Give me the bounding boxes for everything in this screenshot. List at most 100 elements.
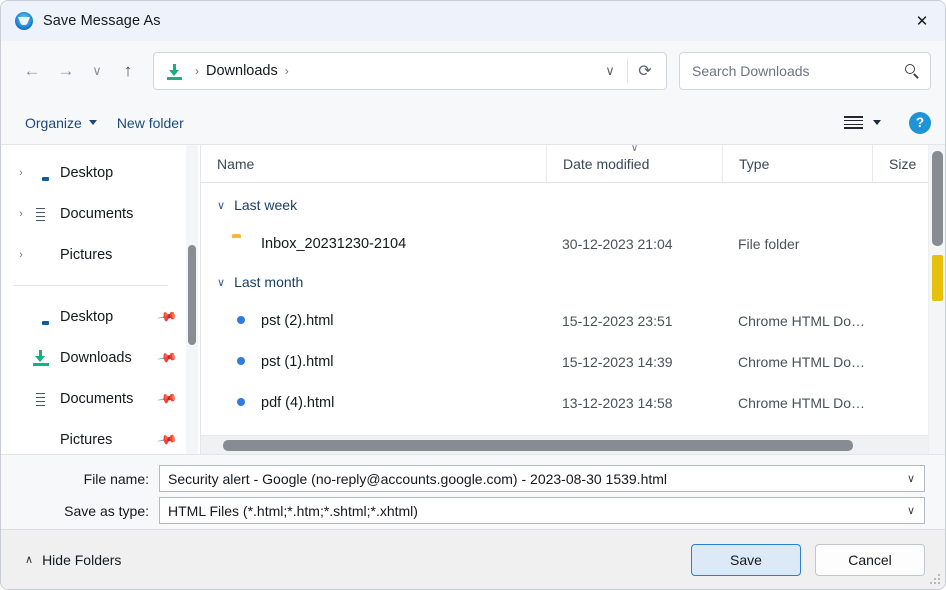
address-bar[interactable]: › Downloads › ∨ ⟳ bbox=[153, 52, 667, 90]
table-row[interactable]: pst (2).html 15-12-2023 23:51 Chrome HTM… bbox=[201, 300, 945, 341]
sidebar-item-downloads-pinned[interactable]: Downloads 📌 bbox=[1, 337, 186, 378]
sidebar-item-label: Documents bbox=[60, 205, 134, 222]
list-view-icon bbox=[844, 115, 863, 130]
file-name-label: File name: bbox=[83, 470, 149, 487]
sidebar-scrollbar-thumb[interactable] bbox=[188, 245, 196, 345]
desktop-icon bbox=[31, 307, 51, 327]
file-list-area: ∨ Last week Inbox_20231230-2104 30-12-20… bbox=[201, 183, 945, 454]
pictures-icon bbox=[31, 430, 51, 450]
save-as-type-combobox[interactable]: HTML Files (*.html;*.htm;*.shtml;*.xhtml… bbox=[159, 497, 925, 524]
chrome-icon bbox=[232, 393, 251, 412]
sidebar-item-label: Desktop bbox=[60, 164, 114, 181]
file-rows: ∨ Last week Inbox_20231230-2104 30-12-20… bbox=[201, 183, 945, 454]
sidebar-item-documents-pinned[interactable]: Documents 📌 bbox=[1, 378, 186, 419]
up-button[interactable]: ↑ bbox=[111, 54, 145, 88]
chevron-right-icon[interactable]: › bbox=[11, 249, 31, 261]
file-name-cell: pst (1).html bbox=[201, 341, 546, 382]
file-list-pane: Name ∨ Date modified Type Size ∨ Last we… bbox=[201, 142, 945, 454]
dialog-footer: ∧ Hide Folders Save Cancel bbox=[1, 529, 945, 589]
downloads-arrow-icon bbox=[166, 63, 183, 80]
chevron-right-icon[interactable]: › bbox=[11, 167, 31, 179]
search-input[interactable] bbox=[692, 63, 904, 79]
dialog-body: › Desktop › Documents › Pictures Desktop… bbox=[1, 142, 945, 454]
view-mode-button[interactable] bbox=[838, 111, 887, 134]
search-box[interactable] bbox=[679, 52, 931, 90]
chrome-icon bbox=[232, 352, 251, 371]
chrome-icon bbox=[232, 311, 251, 330]
sidebar-item-pictures-tree[interactable]: › Pictures bbox=[1, 234, 186, 275]
file-name-cell: pst (2).html bbox=[201, 300, 546, 341]
file-name-label: pdf (4).html bbox=[261, 394, 335, 411]
resize-grip[interactable] bbox=[930, 574, 942, 586]
table-row[interactable]: pdf (4).html 13-12-2023 14:58 Chrome HTM… bbox=[201, 382, 945, 423]
chevron-right-icon[interactable]: › bbox=[11, 208, 31, 220]
vertical-scrollbar-thumb[interactable] bbox=[932, 151, 943, 246]
table-row[interactable]: Inbox_20231230-2104 30-12-2023 21:04 Fil… bbox=[201, 223, 945, 264]
table-row[interactable]: pst (1).html 15-12-2023 14:39 Chrome HTM… bbox=[201, 341, 945, 382]
breadcrumb-separator-2: › bbox=[284, 64, 289, 78]
hide-folders-label: Hide Folders bbox=[42, 551, 122, 568]
horizontal-scrollbar[interactable] bbox=[201, 435, 928, 454]
sidebar-item-label: Downloads bbox=[60, 349, 132, 366]
navigation-pane: › Desktop › Documents › Pictures Desktop… bbox=[1, 145, 201, 454]
pin-icon[interactable]: 📌 bbox=[153, 304, 180, 330]
sidebar-scrollbar[interactable] bbox=[186, 145, 198, 454]
chevron-down-icon[interactable]: ∨ bbox=[900, 504, 922, 517]
file-date-cell: 15-12-2023 23:51 bbox=[562, 312, 673, 329]
sidebar-item-desktop-pinned[interactable]: Desktop 📌 bbox=[1, 296, 186, 337]
breadcrumb-downloads[interactable]: Downloads bbox=[206, 63, 278, 79]
sidebar-item-pictures-pinned[interactable]: Pictures 📌 bbox=[1, 419, 186, 454]
downloads-icon bbox=[31, 348, 51, 367]
save-as-type-value: HTML Files (*.html;*.htm;*.shtml;*.xhtml… bbox=[168, 502, 418, 519]
search-icon bbox=[904, 63, 920, 79]
file-name-row: File name: ∨ bbox=[21, 465, 925, 492]
desktop-icon bbox=[31, 163, 51, 183]
group-header-last-week[interactable]: ∨ Last week bbox=[201, 187, 945, 223]
help-icon[interactable]: ? bbox=[909, 111, 931, 134]
hide-folders-button[interactable]: ∧ Hide Folders bbox=[21, 546, 125, 574]
pin-icon[interactable]: 📌 bbox=[153, 427, 180, 453]
sidebar-item-documents-tree[interactable]: › Documents bbox=[1, 193, 186, 234]
horizontal-scrollbar-thumb[interactable] bbox=[223, 440, 853, 451]
column-header-date-modified[interactable]: ∨ Date modified bbox=[546, 142, 722, 183]
save-as-type-label: Save as type: bbox=[64, 502, 149, 519]
chevron-down-icon[interactable]: ∨ bbox=[900, 472, 922, 485]
back-button[interactable]: ← bbox=[15, 54, 49, 88]
close-icon[interactable]: ✕ bbox=[899, 1, 945, 41]
sidebar-item-label: Documents bbox=[60, 390, 134, 407]
column-header-row: Name ∨ Date modified Type Size bbox=[201, 142, 945, 183]
organize-button[interactable]: Organize bbox=[15, 109, 107, 137]
file-name-input[interactable] bbox=[168, 470, 900, 487]
pin-icon[interactable]: 📌 bbox=[153, 345, 180, 371]
sort-indicator-icon: ∨ bbox=[630, 142, 639, 154]
file-name-cell: pdf (4).html bbox=[201, 382, 546, 423]
save-message-as-dialog: Save Message As ✕ ← → ∨ ↑ › Downloads › … bbox=[0, 0, 946, 590]
cancel-button[interactable]: Cancel bbox=[815, 543, 925, 576]
scrollbar-marker bbox=[932, 255, 943, 301]
file-type-cell: Chrome HTML Do… bbox=[738, 394, 866, 411]
file-name-combobox[interactable]: ∨ bbox=[159, 465, 925, 492]
group-label: Last month bbox=[234, 274, 304, 290]
vertical-scrollbar[interactable] bbox=[928, 145, 945, 454]
sidebar-item-desktop-tree[interactable]: › Desktop bbox=[1, 152, 186, 193]
save-form: File name: ∨ Save as type: HTML Files (*… bbox=[1, 454, 945, 529]
save-button[interactable]: Save bbox=[691, 543, 801, 576]
chevron-down-icon[interactable]: ∨ bbox=[217, 276, 225, 289]
column-header-date-label: Date modified bbox=[563, 155, 650, 172]
column-header-name[interactable]: Name bbox=[201, 145, 546, 183]
refresh-icon[interactable]: ⟳ bbox=[628, 54, 662, 88]
documents-icon bbox=[31, 204, 51, 224]
window-title: Save Message As bbox=[43, 13, 161, 29]
sidebar-scroll-content: › Desktop › Documents › Pictures Desktop… bbox=[1, 145, 186, 454]
pin-icon[interactable]: 📌 bbox=[153, 386, 180, 412]
chevron-down-icon[interactable]: ∨ bbox=[217, 199, 225, 212]
view-chevron-down-icon[interactable] bbox=[873, 120, 881, 125]
new-folder-button[interactable]: New folder bbox=[107, 109, 194, 137]
group-header-last-month[interactable]: ∨ Last month bbox=[201, 264, 945, 300]
column-header-type[interactable]: Type bbox=[722, 144, 872, 183]
file-name-label: Inbox_20231230-2104 bbox=[261, 235, 407, 252]
forward-button[interactable]: → bbox=[49, 54, 83, 88]
file-type-cell: File folder bbox=[738, 235, 800, 252]
recent-locations-button[interactable]: ∨ bbox=[83, 54, 111, 88]
address-dropdown-icon[interactable]: ∨ bbox=[593, 54, 627, 88]
